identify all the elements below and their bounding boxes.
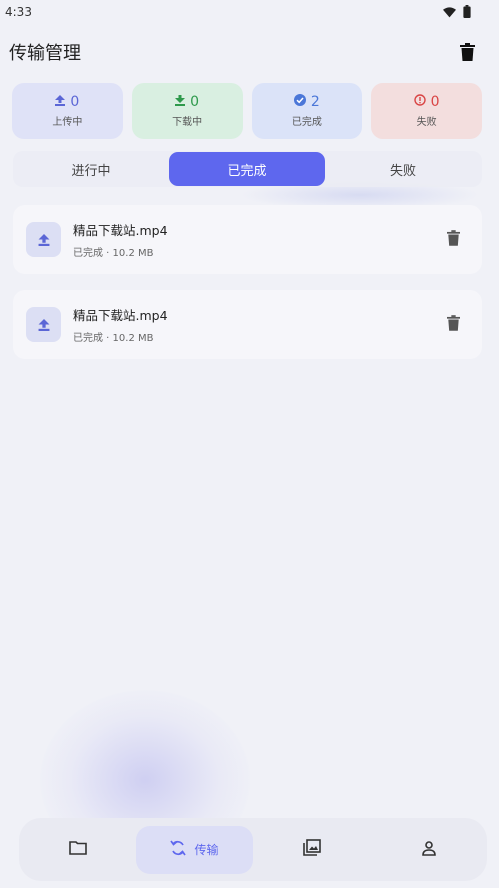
tab-in-progress[interactable]: 进行中 (13, 152, 169, 186)
upload-icon (26, 307, 61, 342)
nav-profile[interactable] (370, 826, 487, 874)
transfer-stats: 0 上传中 0 下载中 2 已完成 0 失败 (12, 83, 482, 139)
trash-icon (446, 229, 460, 250)
bottom-nav: 传输 (19, 818, 487, 881)
stat-uploading[interactable]: 0 上传中 (12, 83, 123, 139)
status-tabs: 进行中 已完成 失败 (13, 151, 482, 187)
status-bar: 4:33 (0, 0, 499, 24)
upload-icon (26, 222, 61, 257)
trash-icon[interactable] (455, 40, 479, 64)
stat-count: 0 (430, 94, 440, 110)
check-circle-icon (293, 94, 306, 110)
download-arrow-icon (175, 94, 186, 110)
stat-completed-top: 2 (293, 94, 320, 110)
nav-gallery[interactable] (253, 826, 370, 874)
folder-icon (68, 840, 87, 859)
tab-failed[interactable]: 失败 (325, 152, 481, 186)
stat-completed[interactable]: 2 已完成 (251, 83, 363, 139)
stat-failed-top: 0 (413, 94, 440, 110)
alert-circle-icon (413, 94, 426, 110)
file-name: 精品下载站.mp4 (73, 308, 168, 323)
list-item[interactable]: 精品下载站.mp4 已完成 · 10.2 MB (13, 290, 482, 359)
delete-button[interactable] (440, 312, 466, 338)
stat-count: 0 (70, 94, 80, 110)
stat-count: 2 (310, 94, 320, 110)
nav-transfer-label: 传输 (194, 843, 219, 857)
stat-failed[interactable]: 0 失败 (371, 83, 482, 139)
person-icon (421, 840, 437, 860)
wifi-icon (443, 3, 456, 22)
file-info: 精品下载站.mp4 已完成 · 10.2 MB (73, 305, 440, 344)
upload-arrow-icon (55, 94, 66, 110)
stat-downloading-top: 0 (175, 94, 199, 110)
stat-label: 已完成 (291, 117, 322, 128)
stat-uploading-top: 0 (55, 94, 79, 110)
file-name: 精品下载站.mp4 (73, 223, 168, 238)
file-info: 精品下载站.mp4 已完成 · 10.2 MB (73, 220, 440, 259)
file-meta: 已完成 · 10.2 MB (73, 333, 154, 344)
nav-transfer[interactable]: 传输 (136, 825, 253, 874)
stat-label: 下载中 (172, 117, 203, 128)
tab-completed[interactable]: 已完成 (169, 152, 325, 186)
status-time: 4:33 (5, 5, 32, 19)
stat-downloading[interactable]: 0 下载中 (131, 83, 243, 139)
list-item[interactable]: 精品下载站.mp4 已完成 · 10.2 MB (13, 205, 482, 274)
stat-label: 上传中 (52, 117, 83, 128)
delete-button[interactable] (440, 227, 466, 253)
page-title: 传输管理 (9, 43, 81, 64)
stat-count: 0 (190, 94, 200, 110)
stat-label: 失败 (416, 117, 437, 128)
status-icons (443, 3, 471, 22)
sync-icon (170, 839, 187, 861)
file-meta: 已完成 · 10.2 MB (73, 248, 154, 259)
gallery-icon (302, 839, 321, 860)
battery-icon (463, 3, 471, 22)
trash-icon (446, 314, 460, 335)
app-header: 传输管理 (0, 30, 499, 74)
nav-files[interactable] (19, 826, 136, 874)
